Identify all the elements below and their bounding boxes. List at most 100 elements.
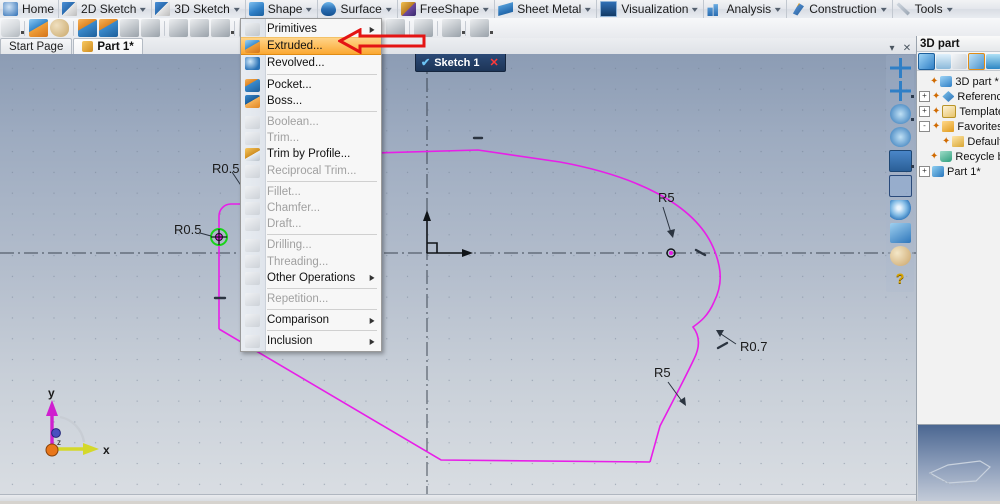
menu-separator	[267, 180, 377, 182]
menu-item-label: Boolean...	[267, 116, 319, 129]
menu-separator	[267, 309, 377, 310]
menu-item-reciprocal-trim: Reciprocal Trim...	[241, 163, 381, 179]
orbit-tool-icon[interactable]	[889, 127, 911, 147]
menu-shape[interactable]: Shape ▾	[244, 0, 319, 18]
toolbar-primitive-button[interactable]	[1, 19, 24, 37]
tree-node-favorites[interactable]: - ✦ Favorites	[919, 119, 1000, 134]
tree-node-3d-part[interactable]: ✦ 3D part *	[919, 74, 1000, 89]
toolbar-separator	[465, 20, 466, 36]
tree-node-references[interactable]: +✦ References	[919, 89, 1000, 104]
pan-tool-icon[interactable]	[889, 58, 911, 78]
tree-node-defaults[interactable]: ✦ Defaults	[919, 134, 1000, 149]
zoom-fit-icon[interactable]	[889, 200, 911, 220]
menu-visualization[interactable]: Visualization ▾	[596, 0, 703, 18]
toolbar-draft-button[interactable]	[211, 19, 234, 37]
minimize-icon[interactable]: ▾	[886, 42, 898, 54]
menu-item-label: Trim by Profile...	[267, 148, 351, 161]
menu-item-chamfer: Chamfer...	[241, 200, 381, 216]
menu-item-label: Pocket...	[267, 78, 312, 91]
menu-freeshape[interactable]: FreeShape ▾	[396, 0, 495, 18]
tree-expander-icon[interactable]: +	[919, 106, 930, 117]
tree-marker-icon: ✦	[932, 121, 941, 132]
menu-sheet-metal[interactable]: Sheet Metal ▾	[494, 0, 596, 18]
tree-node-label: Recycle bin	[955, 150, 1000, 163]
tree-expander-icon[interactable]: +	[919, 91, 930, 102]
model-tree[interactable]: ✦3D part *+✦References+✦Templates-✦Favor…	[917, 71, 1000, 179]
chevron-down-icon[interactable]: ▾	[229, 5, 246, 14]
sketch-context-tab[interactable]: ✔ Sketch 1 ✕	[415, 54, 506, 72]
tree-expander-icon	[931, 137, 940, 146]
chevron-down-icon[interactable]: ▾	[478, 5, 495, 14]
menu-item-label: Repetition...	[267, 292, 329, 305]
chevron-down-icon[interactable]: ▾	[302, 5, 319, 14]
menu-2d-sketch[interactable]: 2D Sketch ▾	[58, 0, 151, 18]
svg-text:z: z	[57, 438, 61, 447]
part-root-icon	[940, 76, 953, 87]
shading-mode-icon[interactable]	[889, 223, 911, 243]
close-icon[interactable]: ✕	[901, 42, 913, 54]
svg-text:y: y	[48, 386, 55, 400]
toolbar-fillet-button[interactable]	[169, 19, 188, 37]
tree-expander-icon[interactable]: +	[919, 166, 930, 177]
status-bar	[0, 494, 916, 501]
menu-construction[interactable]: Construction ▾	[786, 0, 891, 18]
menu-item-label: Draft...	[267, 218, 302, 231]
toolbar-trim-button[interactable]	[141, 19, 160, 37]
toolbar-extruded-button[interactable]	[29, 19, 48, 37]
toolbar-separator	[234, 20, 235, 36]
chevron-down-icon[interactable]: ▾	[581, 5, 598, 14]
chevron-down-icon[interactable]: ▾	[381, 5, 398, 14]
menu-item-comparison[interactable]: Comparison ▶	[241, 312, 381, 328]
toolbar-analysis-button[interactable]	[470, 19, 493, 37]
toolbar-separator	[73, 20, 74, 36]
menu-item-label: Chamfer...	[267, 201, 321, 214]
cad-viewport[interactable]: y x z R0.5 R0.5 R5 R0.7 R5 ? 1"	[0, 54, 916, 501]
select-icon[interactable]	[918, 52, 935, 70]
document-tab[interactable]: Start Page	[0, 38, 73, 54]
look-at-tool-icon[interactable]	[889, 104, 914, 124]
menu-item-other-operations[interactable]: Other Operations ▶	[241, 270, 381, 286]
menu-item-inclusion[interactable]: Inclusion ▶	[241, 333, 381, 349]
help-icon[interactable]: ?	[890, 269, 911, 289]
menu-tools[interactable]: Tools ▾	[891, 0, 959, 18]
toolbar-pocket-button[interactable]	[78, 19, 97, 37]
menu-separator	[267, 287, 377, 289]
menu-label: Visualization	[621, 2, 689, 16]
menu-home[interactable]: Home	[0, 0, 58, 18]
hide-icon[interactable]	[952, 53, 967, 69]
menu-item-pocket[interactable]: Pocket...	[241, 77, 381, 93]
menu-separator	[267, 234, 377, 236]
viewport-layout-icon[interactable]	[888, 150, 914, 172]
surface-dropdown-menu[interactable]: Primitives ▶ Extruded... Revolved... Pocket.…	[240, 18, 382, 353]
menu-item-boss[interactable]: Boss...	[241, 93, 381, 109]
menu-item-revolved[interactable]: Revolved...	[241, 55, 381, 71]
toolbar-boolean-button[interactable]	[120, 19, 139, 37]
chevron-down-icon[interactable]: ▾	[770, 5, 787, 14]
rotate-tool-icon[interactable]	[889, 81, 914, 101]
toolbar-measure-button[interactable]	[442, 19, 465, 37]
appearance-icon[interactable]	[889, 246, 911, 266]
toolbar-revolved-button[interactable]	[50, 19, 69, 37]
menu-surface[interactable]: Surface ▾	[317, 0, 396, 18]
tree-node-recycle-bin[interactable]: ✦ Recycle bin	[919, 149, 1000, 164]
history-icon[interactable]	[968, 52, 985, 70]
chevron-down-icon[interactable]: ▾	[688, 5, 705, 14]
document-tab[interactable]: Part 1*	[73, 38, 143, 54]
zoom-window-icon[interactable]	[888, 175, 912, 197]
toolbar-chamfer-button[interactable]	[190, 19, 209, 37]
sketch-close-icon[interactable]: ✕	[485, 56, 502, 69]
tree-node-part-1[interactable]: + Part 1*	[919, 164, 1000, 179]
menu-item-trim-by-profile[interactable]: Trim by Profile...	[241, 146, 381, 162]
menu-item-label: Threading...	[267, 255, 329, 268]
tree-filter-icon[interactable]	[936, 53, 951, 69]
chevron-down-icon[interactable]: ▾	[136, 5, 153, 14]
chevron-down-icon[interactable]: ▾	[942, 5, 959, 14]
layers-icon[interactable]	[986, 53, 1000, 69]
tree-expander-icon	[919, 152, 928, 161]
tree-node-templates[interactable]: +✦ Templates	[919, 104, 1000, 119]
menu-3d-sketch[interactable]: 3D Sketch ▾	[151, 0, 244, 18]
chevron-down-icon[interactable]: ▾	[876, 5, 893, 14]
tree-expander-icon[interactable]: -	[919, 121, 930, 132]
toolbar-boss-button[interactable]	[99, 19, 118, 37]
menu-analysis[interactable]: Analysis ▾	[703, 0, 786, 18]
